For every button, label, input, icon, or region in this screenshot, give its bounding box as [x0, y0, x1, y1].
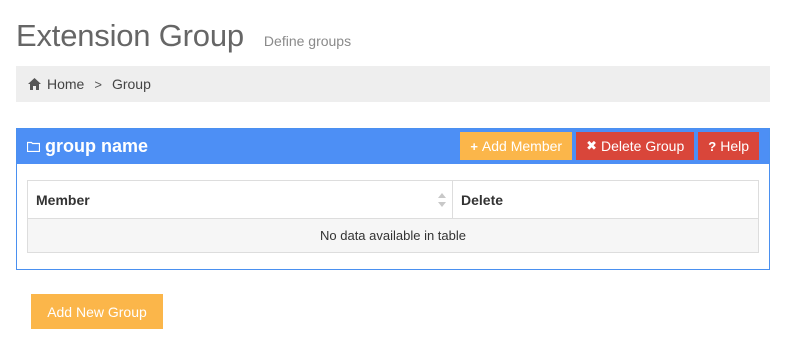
times-icon: ✖ — [586, 138, 597, 153]
page-subtitle: Define groups — [263, 33, 352, 49]
page-header: Extension Group Define groups — [16, 18, 351, 54]
help-label: Help — [720, 138, 749, 154]
sort-icon — [438, 193, 446, 207]
add-new-group-button[interactable]: Add New Group — [31, 294, 163, 329]
question-icon: ? — [708, 138, 717, 154]
members-table: Member Delete No data available in table — [27, 180, 759, 253]
breadcrumb-separator: > — [94, 76, 102, 92]
panel-buttons: + Add Member ✖ Delete Group ? Help — [460, 132, 759, 160]
add-member-label: Add Member — [481, 138, 563, 154]
breadcrumb-current: Group — [111, 76, 151, 92]
page-title: Extension Group — [16, 18, 244, 53]
member-column-header[interactable]: Member — [27, 180, 453, 219]
breadcrumb: Home > Group — [16, 66, 770, 102]
empty-table-message: No data available in table — [27, 218, 759, 253]
table-header-row: Member Delete — [27, 180, 759, 219]
help-button[interactable]: ? Help — [698, 132, 759, 160]
folder-icon — [27, 141, 40, 152]
add-member-button[interactable]: + Add Member — [460, 132, 573, 160]
group-name-label: group name — [45, 136, 149, 156]
delete-group-label: Delete Group — [600, 138, 685, 154]
panel-title: group name — [27, 136, 148, 157]
group-panel: group name + Add Member ✖ Delete Group ?… — [16, 128, 770, 270]
panel-heading: group name + Add Member ✖ Delete Group ?… — [17, 129, 769, 164]
delete-column-header: Delete — [452, 180, 759, 219]
table-row: No data available in table — [27, 218, 759, 253]
members-table-wrapper: Member Delete No data available in table — [27, 180, 759, 253]
delete-group-button[interactable]: ✖ Delete Group — [576, 132, 695, 160]
home-icon — [28, 78, 41, 90]
breadcrumb-home-link[interactable]: Home — [47, 76, 84, 92]
plus-icon: + — [470, 138, 478, 154]
